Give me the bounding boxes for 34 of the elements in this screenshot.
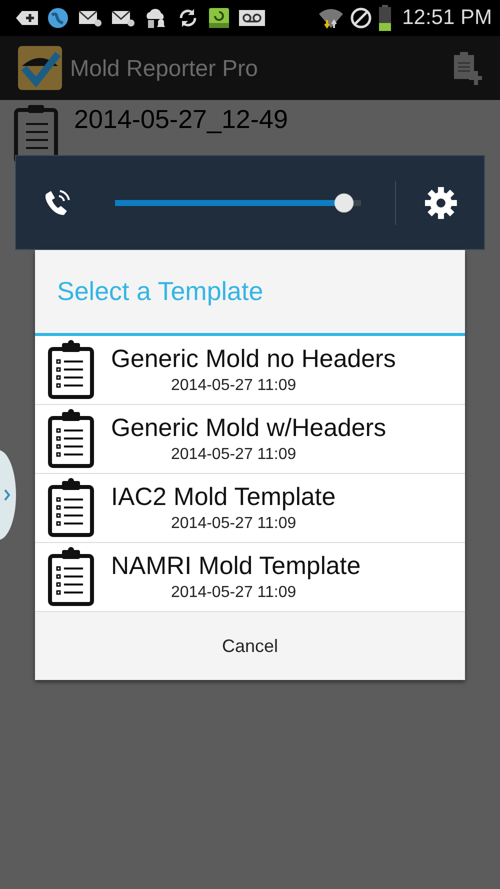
checklist-clipboard-icon (47, 340, 95, 400)
template-name: Generic Mold no Headers (111, 345, 396, 374)
chevron-right-icon (3, 489, 11, 501)
template-date: 2014-05-27 11:09 (171, 584, 298, 602)
report-title: 2014-05-27_12-49 (74, 104, 288, 135)
new-report-icon[interactable] (452, 51, 482, 85)
checklist-clipboard-icon (47, 547, 95, 607)
template-date: 2014-05-27 11:09 (171, 377, 298, 395)
blocked-icon (350, 7, 372, 29)
template-date: 2014-05-27 11:09 (171, 446, 298, 464)
app-logo-icon (18, 46, 62, 90)
template-name: Generic Mold w/Headers (111, 414, 386, 443)
template-list-item[interactable]: IAC2 Mold Template 2014-05-27 11:09 (35, 474, 465, 543)
sync-icon (177, 7, 199, 29)
voicemail-icon (239, 9, 265, 27)
dialog-title: Select a Template (35, 250, 465, 336)
drive-icon (208, 7, 230, 29)
status-time: 12:51 PM (402, 6, 492, 30)
template-list-item[interactable]: Generic Mold w/Headers 2014-05-27 11:09 (35, 405, 465, 474)
battery-icon (378, 5, 392, 31)
template-name: NAMRI Mold Template (111, 552, 361, 581)
wifi-icon (318, 6, 344, 30)
template-name: IAC2 Mold Template (111, 483, 336, 512)
add-tag-icon (16, 10, 38, 26)
settings-icon[interactable] (424, 186, 458, 220)
email-icon (78, 9, 102, 27)
app-title: Mold Reporter Pro (70, 54, 259, 82)
cloud-icon (144, 7, 168, 29)
checklist-clipboard-icon (47, 409, 95, 469)
checklist-clipboard-icon (47, 478, 95, 538)
template-date: 2014-05-27 11:09 (171, 515, 298, 533)
template-list-item[interactable]: Generic Mold no Headers 2014-05-27 11:09 (35, 336, 465, 405)
email-icon (111, 9, 135, 27)
globe-icon (47, 7, 69, 29)
